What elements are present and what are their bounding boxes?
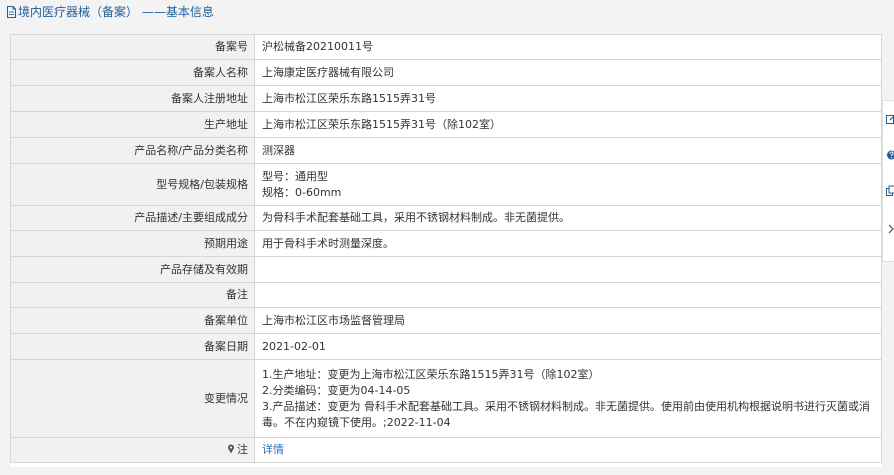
table-row: 变更情况 1.生产地址：变更为上海市松江区荣乐东路1515弄31号（除102室）… [10,359,882,438]
row-value: 1.生产地址：变更为上海市松江区荣乐东路1515弄31号（除102室） 2.分类… [254,359,882,438]
side-toolbar [882,100,894,262]
row-label: 备案日期 [10,333,255,360]
row-value: 为骨科手术配套基础工具，采用不锈钢材料制成。非无菌提供。 [254,205,882,231]
edit-icon[interactable] [886,113,894,125]
row-value: 上海市松江区荣乐东路1515弄31号 [254,85,882,112]
row-label: 注 [10,437,255,463]
table-row: 备案日期 2021-02-01 [10,333,882,360]
document-icon [7,6,16,18]
row-value: 详情 [254,437,882,463]
spec-line: 规格：0-60mm [262,185,342,199]
row-label: 预期用途 [10,230,255,257]
row-value: 用于骨科手术时测量深度。 [254,230,882,257]
row-label: 变更情况 [10,359,255,438]
info-panel: 备案号 沪松械备20210011号 备案人名称 上海康定医疗器械有限公司 备案人… [10,34,882,467]
row-label: 产品描述/主要组成成分 [10,205,255,231]
table-row: 产品描述/主要组成成分 为骨科手术配套基础工具，采用不锈钢材料制成。非无菌提供。 [10,205,882,231]
page-title: 境内医疗器械（备案） ——基本信息 [18,5,214,19]
row-value: 2021-02-01 [254,333,882,360]
table-row: 产品存储及有效期 [10,256,882,283]
row-label: 备案单位 [10,307,255,334]
change-line: 2.分类编码：变更为04-14-05 [262,383,411,397]
info-table: 备案号 沪松械备20210011号 备案人名称 上海康定医疗器械有限公司 备案人… [10,34,882,463]
chevron-right-icon[interactable] [886,223,894,235]
row-value: 沪松械备20210011号 [254,34,882,60]
table-row: 备案号 沪松械备20210011号 [10,34,882,60]
table-row: 备案单位 上海市松江区市场监督管理局 [10,307,882,334]
detail-link[interactable]: 详情 [262,443,284,456]
table-row: 备案人名称 上海康定医疗器械有限公司 [10,59,882,86]
row-label: 产品名称/产品分类名称 [10,137,255,164]
row-value: 型号：通用型 规格：0-60mm [254,163,882,206]
row-label: 生产地址 [10,111,255,138]
note-label: 注 [237,443,248,456]
table-row: 备注 [10,282,882,308]
row-label: 备注 [10,282,255,308]
row-label: 型号规格/包装规格 [10,163,255,206]
table-row: 预期用途 用于骨科手术时测量深度。 [10,230,882,257]
table-row: 生产地址 上海市松江区荣乐东路1515弄31号（除102室） [10,111,882,138]
row-label: 备案号 [10,34,255,60]
row-value: 上海市松江区荣乐东路1515弄31号（除102室） [254,111,882,138]
change-line: 1.生产地址：变更为上海市松江区荣乐东路1515弄31号（除102室） [262,367,600,381]
change-line: 3.产品描述：变更为 骨科手术配套基础工具。采用不锈钢材料制成。非无菌提供。使用… [262,399,870,429]
row-value: 上海市松江区市场监督管理局 [254,307,882,334]
row-value: 测深器 [254,137,882,164]
help-icon[interactable] [886,149,894,161]
table-row: 备案人注册地址 上海市松江区荣乐东路1515弄31号 [10,85,882,112]
pin-icon [228,444,234,454]
row-value [254,256,882,283]
row-value [254,282,882,308]
row-label: 备案人名称 [10,59,255,86]
copy-icon[interactable] [886,185,894,197]
table-row: 产品名称/产品分类名称 测深器 [10,137,882,164]
page-header: 境内医疗器械（备案） ——基本信息 [0,0,894,24]
table-row: 注 详情 [10,437,882,463]
row-value: 上海康定医疗器械有限公司 [254,59,882,86]
row-label: 备案人注册地址 [10,85,255,112]
table-row: 型号规格/包装规格 型号：通用型 规格：0-60mm [10,163,882,206]
row-label: 产品存储及有效期 [10,256,255,283]
spec-line: 型号：通用型 [262,169,328,183]
